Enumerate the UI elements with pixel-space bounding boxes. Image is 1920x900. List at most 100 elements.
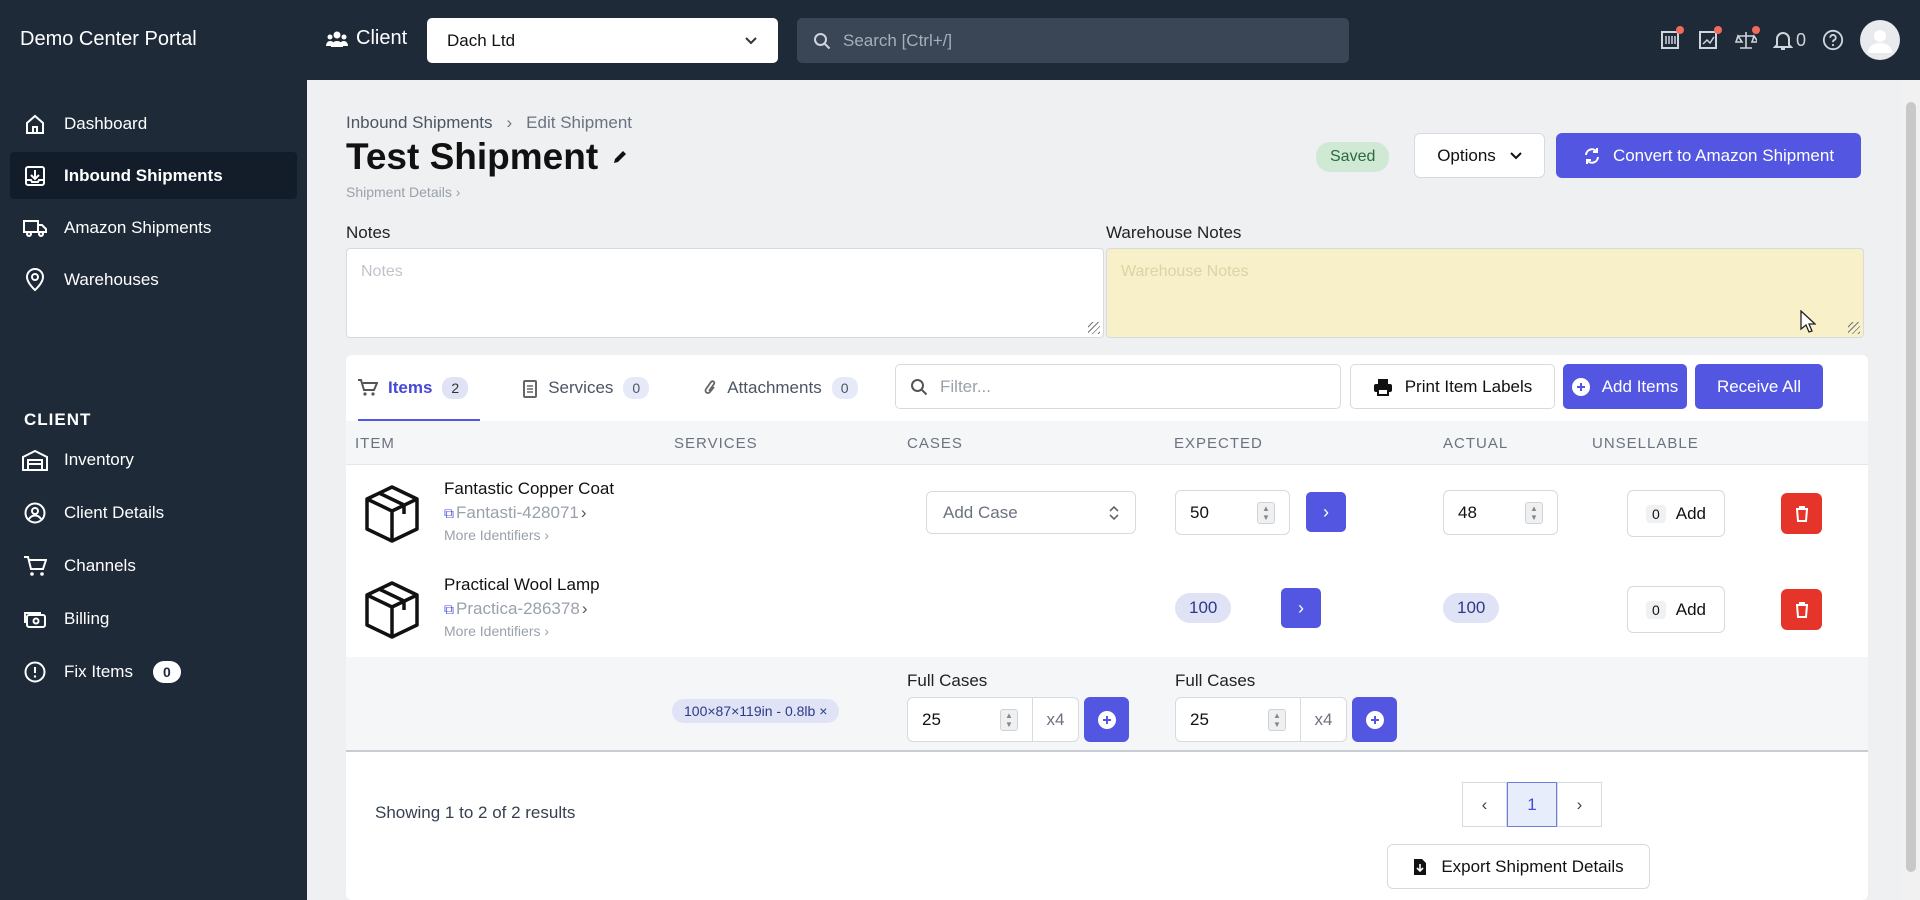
delete-row-button[interactable] [1781, 493, 1822, 534]
table-header: ITEM SERVICES CASES EXPECTED ACTUAL UNSE… [346, 421, 1868, 465]
map-pin-icon [22, 267, 48, 293]
sidebar-item-warehouses[interactable]: Warehouses [10, 256, 297, 303]
barcode-icon[interactable] [1659, 26, 1684, 52]
sidebar-item-amazon-shipments[interactable]: Amazon Shipments [10, 204, 297, 251]
shipment-details-link[interactable]: Shipment Details › [346, 184, 460, 200]
sidebar-item-billing[interactable]: Billing [10, 595, 297, 642]
scale-icon[interactable] [1734, 26, 1760, 52]
breadcrumb-inbound-shipments[interactable]: Inbound Shipments [346, 113, 493, 133]
sidebar-item-client-details[interactable]: Client Details [10, 489, 297, 536]
truck-icon [22, 215, 48, 241]
col-cases: CASES [907, 435, 963, 452]
add-case-button[interactable] [1084, 697, 1129, 742]
cart-icon [22, 553, 48, 579]
tag-icon: ⧉ [444, 504, 454, 521]
notifications[interactable]: 0 [1772, 29, 1806, 51]
avatar[interactable] [1860, 20, 1900, 60]
product-name[interactable]: Practical Wool Lamp [444, 575, 600, 595]
case-row: 100×87×119in - 0.8lb × Full Cases 25 ▲ ▼ x… [346, 657, 1868, 752]
sidebar-item-channels[interactable]: Channels [10, 542, 297, 589]
home-icon [22, 111, 48, 137]
receive-all-button[interactable]: Receive All [1695, 364, 1823, 409]
plus-circle-icon [1571, 377, 1590, 396]
scrollbar-thumb[interactable] [1906, 102, 1916, 872]
stepper-icon[interactable]: ▲ ▼ [1525, 501, 1543, 524]
delete-row-button[interactable] [1781, 589, 1822, 630]
export-shipment-details-button[interactable]: Export Shipment Details [1387, 844, 1650, 889]
warehouse-notes-field[interactable]: Warehouse Notes [1106, 248, 1864, 338]
resize-grip-icon[interactable] [1088, 322, 1100, 334]
stepper-icon[interactable]: ▲ ▼ [1268, 708, 1286, 731]
more-identifiers-link[interactable]: More Identifiers › [444, 527, 549, 543]
printer-icon [1373, 378, 1392, 396]
product-name[interactable]: Fantastic Copper Coat [444, 479, 614, 499]
search-input[interactable]: Search [Ctrl+/] [797, 18, 1349, 63]
bell-icon [1772, 32, 1793, 50]
items-count: 2 [442, 377, 469, 399]
notes-field[interactable]: Notes [346, 248, 1104, 338]
sidebar-item-dashboard[interactable]: Dashboard [10, 100, 297, 147]
add-items-button[interactable]: Add Items [1563, 364, 1687, 409]
cash-icon [22, 606, 48, 632]
next-page-button[interactable]: › [1557, 782, 1602, 827]
plus-circle-icon [1365, 710, 1384, 729]
notification-count: 0 [1795, 29, 1806, 50]
resize-grip-icon[interactable] [1848, 322, 1860, 334]
clipboard-icon [523, 380, 538, 398]
product-sku[interactable]: ⧉ Fantasti-428071 › [444, 503, 587, 523]
search-icon [911, 378, 928, 395]
add-case-select[interactable]: Add Case [926, 491, 1136, 534]
app-title: Demo Center Portal [20, 28, 197, 50]
options-button[interactable]: Options [1414, 133, 1545, 178]
table-row: Fantastic Copper Coat ⧉ Fantasti-428071 › … [346, 465, 1868, 559]
chevron-right-icon: › [581, 599, 588, 618]
alert-circle-icon [22, 659, 48, 685]
sidebar-section-client: CLIENT [24, 410, 92, 429]
expected-input[interactable]: 50 ▲ ▼ [1175, 490, 1290, 535]
dimensions-tag[interactable]: 100×87×119in - 0.8lb × [672, 699, 840, 723]
help-icon[interactable] [1822, 28, 1844, 52]
inbox-download-icon [22, 163, 48, 189]
pencil-icon[interactable] [612, 149, 628, 165]
expected-full-cases-label: Full Cases [1175, 671, 1256, 690]
warehouse-notes-label: Warehouse Notes [1106, 223, 1242, 242]
sidebar-item-fix-items[interactable]: Fix Items 0 [10, 648, 297, 695]
trash-icon [1795, 601, 1808, 618]
product-sku[interactable]: ⧉ Practica-286378 › [444, 599, 587, 619]
chevron-right-icon: › [506, 113, 513, 132]
tab-services[interactable]: Services 0 [510, 355, 661, 421]
user-icon [1868, 30, 1892, 53]
scrollbar[interactable] [1902, 80, 1920, 900]
prev-page-button[interactable]: ‹ [1462, 782, 1507, 827]
sidebar-item-inventory[interactable]: Inventory [10, 436, 297, 483]
more-identifiers-link[interactable]: More Identifiers › [444, 623, 549, 639]
expected-full-cases-input[interactable]: 25 ▲ ▼ x4 [1175, 697, 1347, 742]
pagination: ‹ 1 › [1462, 782, 1602, 827]
unsellable-add-button[interactable]: 0 Add [1627, 490, 1725, 537]
stepper-icon[interactable]: ▲ ▼ [1257, 501, 1275, 524]
expected-apply-button[interactable]: › [1281, 588, 1321, 628]
box-icon [365, 485, 419, 543]
sidebar-item-inbound-shipments[interactable]: Inbound Shipments [10, 152, 297, 199]
filter-input[interactable]: Filter... [895, 364, 1341, 409]
client-select[interactable]: Dach Ltd [427, 18, 778, 63]
print-item-labels-button[interactable]: Print Item Labels [1350, 364, 1555, 409]
convert-to-amazon-button[interactable]: Convert to Amazon Shipment [1556, 133, 1861, 178]
client-label: Client [326, 27, 407, 50]
top-icons: 0 [1659, 20, 1900, 60]
actual-input[interactable]: 48 ▲ ▼ [1443, 490, 1558, 535]
close-icon[interactable]: × [819, 703, 827, 719]
attachments-count: 0 [831, 377, 858, 399]
paperclip-icon [704, 380, 716, 394]
page-1-button[interactable]: 1 [1507, 782, 1557, 827]
tab-items[interactable]: Items 2 [346, 355, 481, 421]
chart-icon[interactable] [1697, 26, 1722, 52]
expected-apply-button[interactable]: › [1306, 492, 1346, 532]
main-content: Inbound Shipments › Edit Shipment Test S… [307, 80, 1902, 900]
tab-attachments[interactable]: Attachments 0 [691, 355, 869, 421]
full-cases-input[interactable]: 25 ▲ ▼ x4 [907, 697, 1079, 742]
stepper-icon[interactable]: ▲ ▼ [1000, 708, 1018, 731]
unsellable-add-button[interactable]: 0 Add [1627, 586, 1725, 633]
trash-icon [1795, 505, 1808, 522]
add-expected-case-button[interactable] [1352, 697, 1397, 742]
